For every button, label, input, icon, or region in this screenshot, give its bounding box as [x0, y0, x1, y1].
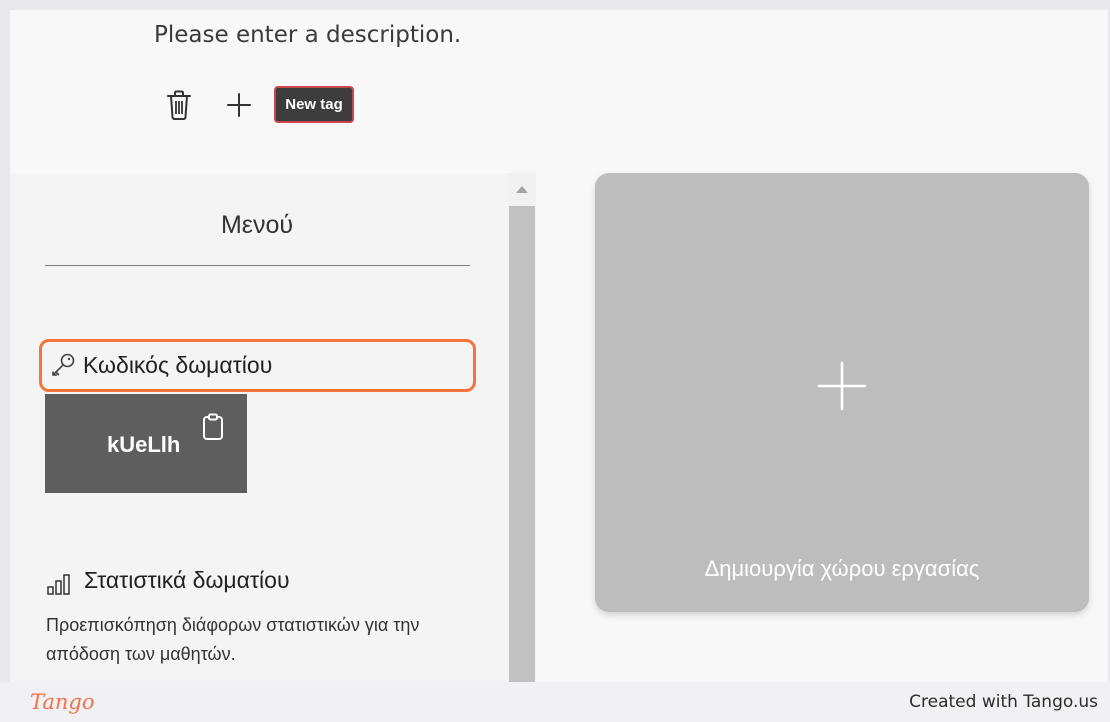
clipboard-icon[interactable] — [201, 413, 225, 441]
create-workspace-card[interactable]: Δημιουργία χώρου εργασίας — [595, 173, 1089, 612]
room-code-box[interactable]: kUeLlh — [45, 394, 247, 493]
room-code-label[interactable]: Κωδικός δωματίου — [39, 339, 476, 392]
key-icon — [52, 353, 75, 376]
top-area: Please enter a description. New tag — [10, 10, 1108, 173]
footer: Tango Created with Tango.us — [0, 682, 1110, 722]
footer-credit: Created with Tango.us — [909, 692, 1098, 712]
menu-title: Μενού — [220, 211, 294, 239]
room-stats-title: Στατιστικά δωματίου — [84, 567, 290, 593]
room-code-value: kUeLlh — [107, 432, 181, 457]
room-code-label-text: Κωδικός δωματίου — [83, 352, 273, 378]
create-workspace-label: Δημιουργία χώρου εργασίας — [704, 556, 980, 581]
menu-scrollbar[interactable] — [508, 173, 536, 682]
menu-divider — [45, 265, 470, 266]
triangle-up-icon — [516, 186, 528, 193]
bar-chart-icon — [47, 574, 70, 595]
plus-icon — [817, 361, 867, 411]
new-tag-button[interactable]: New tag — [274, 86, 354, 123]
description-text[interactable]: Please enter a description. — [154, 22, 461, 48]
plus-icon — [227, 93, 251, 117]
add-tag-button[interactable] — [224, 90, 254, 120]
menu-panel: Μενού Κωδικός δωματίου kUeLlh Στατιστικά… — [10, 173, 508, 682]
tango-logo: Tango — [30, 690, 95, 714]
workspace-panel: Δημιουργία χώρου εργασίας — [536, 173, 1108, 682]
scroll-up-button[interactable] — [508, 179, 536, 199]
room-stats-description: Προεπισκόπηση διάφορων στατιστικών για τ… — [46, 615, 420, 664]
delete-button[interactable] — [164, 88, 194, 122]
scroll-thumb[interactable] — [509, 206, 535, 682]
trash-icon — [167, 90, 191, 120]
